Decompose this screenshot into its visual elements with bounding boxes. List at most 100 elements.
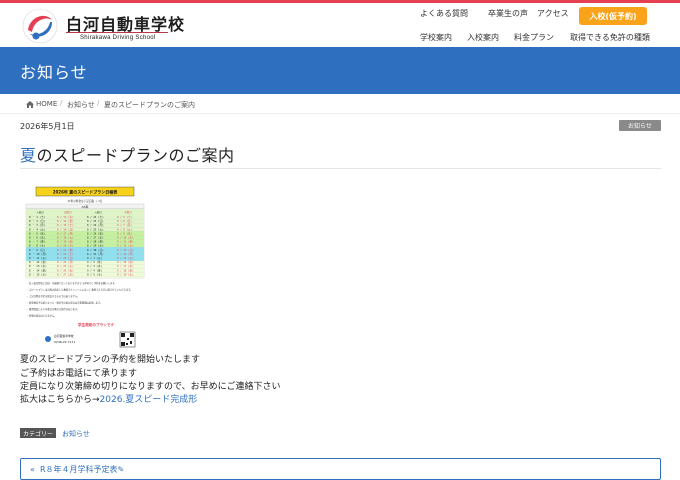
flyer-table-header: 卒業日 (124, 210, 131, 214)
flyer-table-cell: 9 / 5 (土) (87, 272, 103, 276)
gnav-enrollment[interactable]: 入校案内 (467, 32, 499, 43)
breadcrumb-home-label[interactable]: HOME (36, 100, 57, 108)
page-banner (0, 47, 680, 94)
post-title: 夏のスピードプランのご案内 (20, 142, 235, 166)
nav-access-link[interactable]: アクセス (537, 8, 569, 19)
flyer-table-cell: 8 ・ 13 (木) (29, 264, 47, 268)
flyer-table-cell: 8 / 27 (木) (87, 236, 104, 240)
flyer-title: 2026年 夏のスピードプラン日程表 (53, 189, 118, 195)
flyer-table-cell: 9 / 19 (土) (117, 272, 134, 276)
flyer-table-cell: 9 / 14 (月) (117, 252, 134, 256)
flyer-table-header: 仮免日 (64, 210, 71, 214)
flyer-table-cell: 8 / 21 (金) (57, 248, 74, 252)
flyer-table-cell: 9 / 4 (金) (87, 268, 103, 272)
flyer-table-cell: 8 ・ 5 (水) (29, 231, 46, 235)
nav-faq-link[interactable]: よくある質問 (420, 8, 468, 19)
school-logo[interactable] (22, 8, 58, 44)
flyer-table-cell: 8 ・ 6 (木) (29, 236, 46, 240)
flyer-table-cell: 8 / 23 (日) (57, 256, 74, 260)
brand-underline (66, 32, 168, 33)
flyer-table-cell: 8 ・ 8 (土) (29, 244, 46, 248)
site-header: 白河自動車学校 Shirakawa Driving School よくある質問 … (0, 3, 680, 47)
flyer-table-cell: 8 / 28 (金) (87, 240, 104, 244)
flyer-table-cell: 8 ・ 15 (土) (29, 272, 47, 276)
flyer-table-cell: 8 / 13 (木) (57, 215, 74, 219)
flyer-table-cell: 8 / 31 (月) (87, 252, 104, 256)
flyer-table-cell: 8 / 25 (火) (87, 227, 104, 231)
flyer-table-cell: 9 / 2 (水) (87, 260, 103, 264)
breadcrumb-home[interactable]: HOME (26, 100, 57, 108)
flyer-table-cell: 8 / 23 (日) (87, 219, 104, 223)
flyer-table-cell: 8 / 25 (火) (57, 264, 74, 268)
flyer-note: ・ 各入校日程毎に定員・先着順となっておりますので お早めのご予約をお願いします… (26, 281, 117, 285)
title-divider (20, 168, 661, 169)
flyer-table-cell: 8 / 15 (土) (57, 223, 74, 227)
flyer-table-cell: 8 / 14 (金) (57, 219, 74, 223)
flyer-table-cell: 8 / 18 (火) (57, 236, 74, 240)
flyer-table-cell: 9 / 1 (火) (87, 256, 103, 260)
flyer-table-cell: 8 / 24 (月) (57, 260, 74, 264)
flyer-table-cell: 9 / 18 (金) (117, 268, 134, 272)
flyer-note: ・ 時間の指定はできません。 (26, 314, 57, 318)
flyer-subtitle: AT車の料金は下記記載 ＋ 2日 (68, 199, 103, 203)
breadcrumb-current: 夏のスピードプランのご案内 (104, 101, 195, 109)
flyer-table-cell: 8 ・ 11 (火) (29, 256, 47, 260)
flyer-table-cell: 9 / 8 (火) (117, 227, 133, 231)
flyer-table-cell: 8 / 27 (木) (57, 272, 74, 276)
flyer-table-cell: 9 / 16 (水) (117, 260, 134, 264)
flyer-table-cell: 8 ・ 10 (月) (29, 252, 47, 256)
nav-voice-link[interactable]: 卒業生の声 (488, 8, 528, 19)
flyer-table-cell: 9 / 10 (木) (117, 236, 134, 240)
flyer-table-cell: 8 / 29 (土) (87, 244, 104, 248)
prev-post-link[interactable]: « R８年４月学科予定表✎ (30, 464, 124, 475)
flyer-table-cell: 8 / 30 (日) (87, 248, 104, 252)
flyer-table-cell: 8 / 19 (水) (57, 240, 74, 244)
flyer-table-cell: 8 / 26 (水) (57, 268, 74, 272)
gnav-license-types[interactable]: 取得できる免許の種類 (570, 32, 650, 43)
prev-arrow-icon: « (30, 465, 35, 474)
flyer-phone: 0248-22-7171 (54, 340, 75, 344)
gnav-pricing[interactable]: 料金プラン (514, 32, 554, 43)
body-line-1: 夏のスピードプランの予約を開始いたします (20, 355, 201, 365)
flyer-pdf-link[interactable]: 2026.夏スピード完成形 (100, 395, 198, 405)
category-badge[interactable]: お知らせ (619, 120, 661, 131)
page-title: お知らせ (20, 63, 88, 82)
flyer-note: ・ スピードプランは当校の指定した教習スケジュールに沿って 教習できる方に限らせ… (26, 288, 133, 292)
flyer-table-cell: 8 ・ 9 (日) (29, 248, 46, 252)
flyer-table-cell: 8 ・ 14 (金) (29, 268, 47, 272)
body-line-2: ご予約はお電話にて承ります (20, 369, 138, 379)
home-icon (26, 100, 34, 108)
flyer-table-cell: 9 / 6 (日) (117, 219, 133, 223)
post-title-accent: 夏 (20, 146, 37, 165)
flyer-table-cell: 8 / 22 (土) (57, 252, 74, 256)
flyer-table-cell: 9 / 5 (土) (117, 215, 133, 219)
flyer-table-header: 入校日 (36, 210, 43, 214)
flyer-table-cell: 9 / 17 (木) (117, 264, 134, 268)
flyer-table-cell: 8 ・ 1 (土) (29, 215, 46, 219)
flyer-table-cell: 8 / 17 (月) (57, 231, 74, 235)
breadcrumb-separator: / (60, 99, 63, 107)
flyer-note: ・ 上記日程は予定を保証するものではありません。 (26, 294, 80, 298)
flyer-table-cell: 9 / 12 (土) (117, 244, 134, 248)
flyer-table-cell: 8 ・ 2 (日) (29, 219, 46, 223)
category-label: カテゴリー (20, 428, 56, 438)
breadcrumb-separator: / (97, 99, 100, 107)
breadcrumb-news[interactable]: お知らせ (67, 100, 95, 110)
speed-plan-flyer-image[interactable]: 2026年 夏のスピードプラン日程表 AT車の料金は下記記載 ＋ 2日 AT車 … (24, 186, 146, 352)
category-link[interactable]: お知らせ (62, 429, 90, 439)
gnav-school-info[interactable]: 学校案内 (420, 32, 452, 43)
flyer-table-cell: 8 ・ 12 (水) (29, 260, 47, 264)
flyer-table-cell: 8 ・ 7 (金) (29, 240, 46, 244)
link-prefix: 拡大はこちらから→ (20, 395, 100, 405)
prev-post-title: R８年４月学科予定表✎ (40, 465, 125, 474)
flyer-note: ・ 仮免検定不合格となった・検定不合格の場合は卒業期間は延長します。 (26, 301, 102, 305)
flyer-table-header: 入校日 (94, 210, 101, 214)
flyer-table-cell: 9 / 3 (木) (87, 264, 103, 268)
flyer-table-cell: 9 / 9 (水) (117, 231, 133, 235)
breadcrumb (0, 94, 680, 114)
flyer-student-plan: 学生限定のプランです (78, 322, 114, 327)
enroll-reserve-button[interactable]: 入校(仮予約) (579, 7, 647, 25)
flyer-table-cell: 9 / 11 (金) (117, 240, 134, 244)
body-line-4: 拡大はこちらから→2026.夏スピード完成形 (20, 392, 197, 405)
flyer-school-name: 白河自動車学校 (54, 334, 74, 338)
